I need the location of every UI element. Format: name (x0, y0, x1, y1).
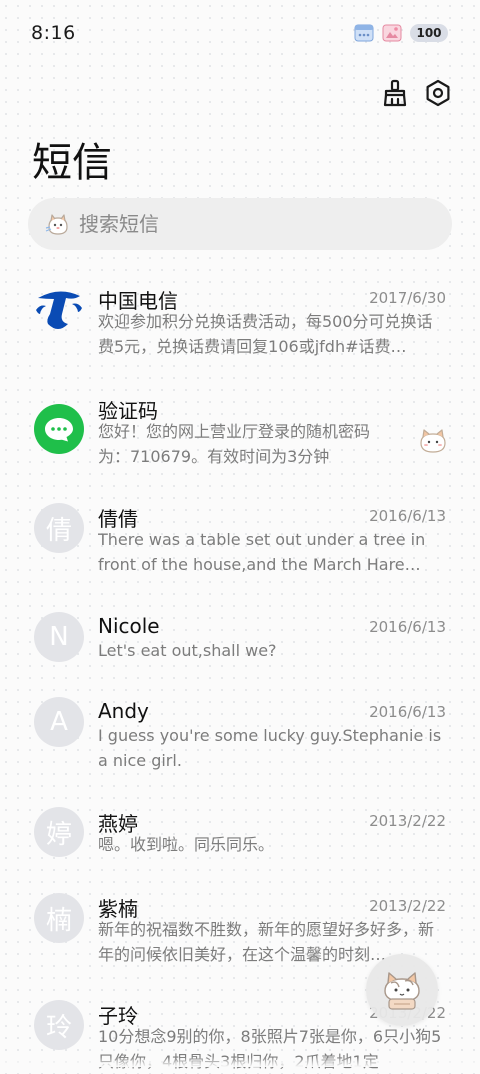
china-telecom-logo-icon (36, 291, 82, 329)
message-date: 2013/2/22 (369, 897, 446, 915)
new-message-button[interactable] (366, 954, 438, 1026)
cat-search-icon (45, 214, 68, 235)
message-preview: There was a table set out under a tree i… (98, 530, 426, 574)
message-date: 2013/2/22 (369, 812, 446, 830)
conversation-item[interactable]: 倩 倩倩 2016/6/13 There was a table set out… (0, 483, 480, 598)
contact-avatar: N (34, 612, 84, 662)
conversation-item[interactable]: N Nicole 2016/6/13 Let's eat out,shall w… (0, 598, 480, 683)
bottom-fade (0, 1057, 480, 1067)
message-preview: I guess you're some lucky guy.Stephanie … (98, 726, 442, 770)
message-preview: 欢迎参加积分兑换话费活动，每500分可兑换话费5元，兑换话费请回复106或jfd… (98, 312, 433, 356)
gallery-notification-icon (382, 24, 402, 42)
contact-name: Nicole (98, 614, 160, 638)
conversation-item[interactable]: 婷 燕婷 2013/2/22 嗯。收到啦。同乐同乐。 (0, 793, 480, 885)
conversation-item[interactable]: 验证码 您好！您的网上营业厅登录的随机密码为：710679。有效时间为3分钟 (0, 378, 480, 483)
contact-avatar: A (34, 697, 84, 747)
contact-avatar: 玲 (34, 1000, 84, 1050)
message-preview: Let's eat out,shall we? (98, 641, 277, 660)
contact-avatar: 楠 (34, 893, 84, 943)
message-bubble-icon (34, 404, 84, 454)
message-date: 2017/6/30 (369, 289, 446, 307)
status-icons: 100 (354, 23, 448, 43)
search-input[interactable] (79, 212, 419, 236)
message-date: 2016/6/13 (369, 618, 446, 636)
message-preview: 嗯。收到啦。同乐同乐。 (98, 835, 275, 854)
cat-sticker-icon (420, 429, 446, 453)
contact-name: Andy (98, 699, 149, 723)
search-bar[interactable] (28, 198, 452, 250)
cat-mascot-new-message-icon (384, 972, 420, 1010)
page-title: 短信 (32, 140, 112, 186)
conversation-item[interactable]: A Andy 2016/6/13 I guess you're some luc… (0, 683, 480, 793)
status-bar: 8:16 100 (0, 0, 480, 68)
message-date: 2016/6/13 (369, 703, 446, 721)
conversation-item[interactable]: 中国电信 2017/6/30 欢迎参加积分兑换话费活动，每500分可兑换话费5元… (0, 268, 480, 378)
message-date: 2016/6/13 (369, 507, 446, 525)
battery-indicator: 100 (410, 24, 448, 42)
status-time: 8:16 (31, 22, 76, 44)
broom-clean-icon[interactable] (378, 76, 412, 110)
calendar-notification-icon (354, 24, 374, 42)
settings-gear-icon[interactable] (421, 76, 455, 110)
message-preview: 您好！您的网上营业厅登录的随机密码为：710679。有效时间为3分钟 (98, 422, 371, 466)
contact-avatar: 婷 (34, 807, 84, 857)
contact-avatar: 倩 (34, 503, 84, 553)
